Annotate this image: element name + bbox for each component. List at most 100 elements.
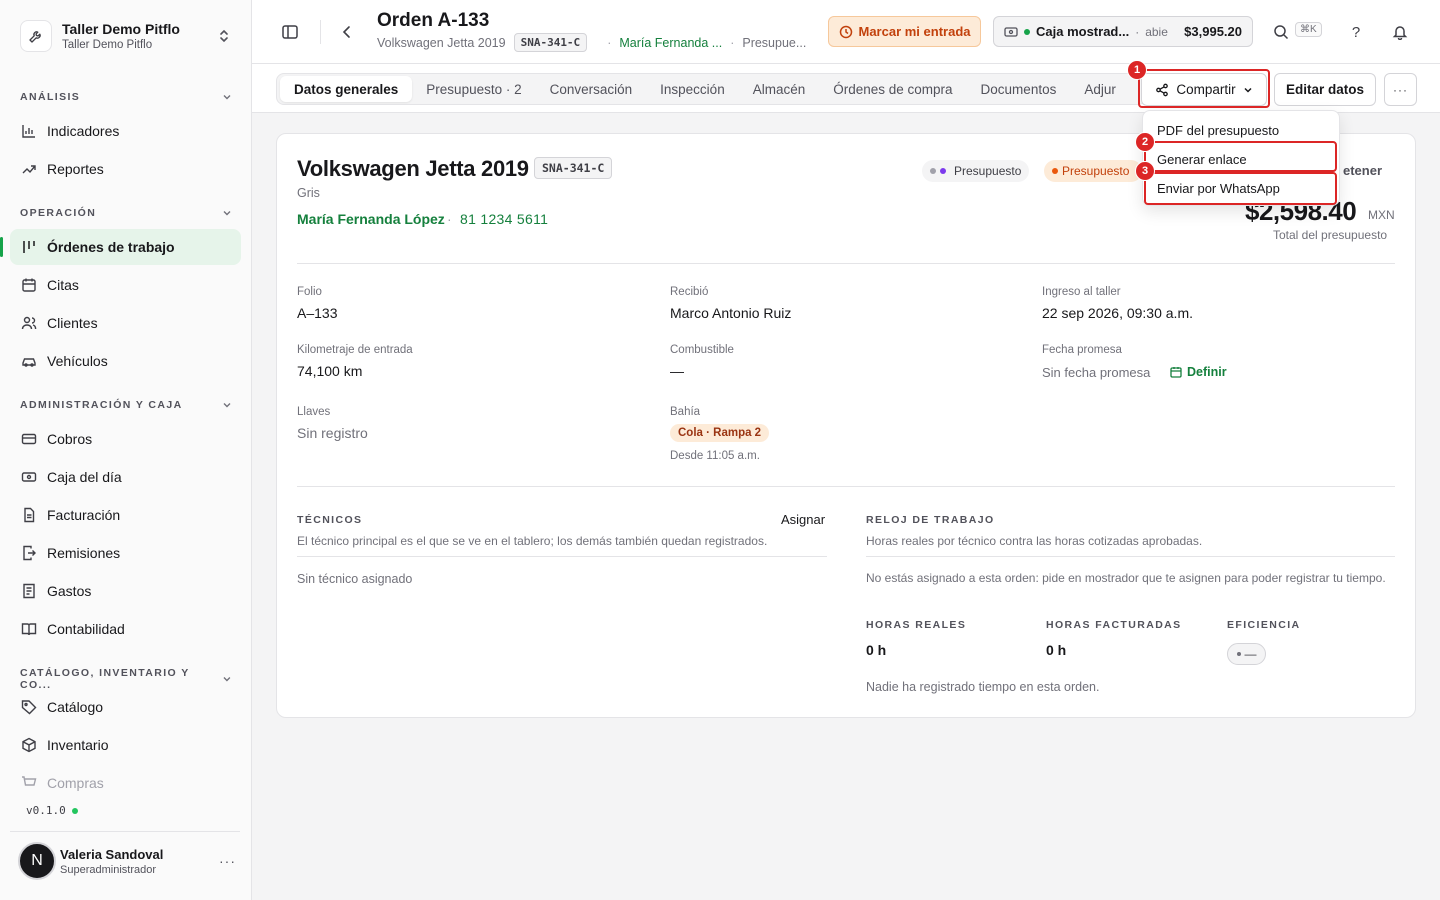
users-icon [20,314,38,332]
menu-item-whatsapp[interactable]: Enviar por WhatsApp [1149,175,1335,202]
separator: · [447,211,452,227]
mileage-value: 74,100 km [297,363,363,379]
folio-label: Folio [297,286,322,298]
chevron-up-down-icon [216,28,232,44]
sidebar-item-gastos[interactable]: Gastos [10,573,241,609]
divider [297,486,1395,487]
avatar: N [18,842,56,880]
tabs-bar: Datos generales Presupuesto · 2 Conversa… [252,64,1440,113]
vehicle-name: Volkswagen Jetta 2019 [377,35,506,50]
sidebar-item-ordenes[interactable]: Órdenes de trabajo [0,229,241,265]
stop-button[interactable]: etener [1343,163,1382,178]
workspace-switcher[interactable]: Taller Demo Pitflo Taller Demo Pitflo [10,10,242,62]
clock-desc: Horas reales por técnico contra las hora… [866,534,1203,548]
share-menu: PDF del presupuesto Generar enlace Envia… [1142,110,1340,206]
cash-register-selector[interactable]: Caja mostrad... · abie $3,995.20 [993,16,1253,47]
document-export-icon [20,544,38,562]
sidebar-item-citas[interactable]: Citas [10,267,241,303]
sidebar-item-catalogo[interactable]: Catálogo [10,689,241,725]
sidebar-toggle-icon[interactable] [276,18,304,46]
wrench-icon [20,20,52,52]
order-detail-card: Volkswagen Jetta 2019 SNA-341-C Gris Mar… [276,133,1416,718]
search-icon[interactable] [1267,18,1295,46]
client-phone-link[interactable]: 81 1234 5611 [460,211,548,227]
calendar-icon [1170,367,1182,378]
sidebar-item-label: Facturación [47,507,121,523]
receipt-icon [20,582,38,600]
folio-value: A–133 [297,305,338,321]
tab-inspeccion[interactable]: Inspección [646,76,739,102]
tab-conversacion[interactable]: Conversación [536,76,647,102]
tab-documentos[interactable]: Documentos [967,76,1071,102]
tag-icon [20,698,38,716]
sidebar-item-label: Órdenes de trabajo [47,239,175,255]
promise-label: Fecha promesa [1042,344,1122,356]
sidebar-item-caja[interactable]: Caja del día [10,459,241,495]
client-link[interactable]: María Fernanda ... [619,36,722,50]
bar-chart-icon [20,122,38,140]
help-icon[interactable]: ? [1342,18,1370,46]
status-label: Presupuesto [1062,164,1130,178]
entry-label: Ingreso al taller [1042,286,1121,298]
top-header: Orden A-133 Volkswagen Jetta 2019 SNA-34… [252,0,1440,64]
order-subtitle: Volkswagen Jetta 2019 SNA-341-C · María … [377,33,806,52]
sidebar-item-compras[interactable]: Compras [10,765,241,801]
fuel-value: — [670,363,684,379]
sidebar-item-reportes[interactable]: Reportes [10,151,241,187]
status-dot [1052,168,1058,174]
sidebar-item-clientes[interactable]: Clientes [10,305,241,341]
calendar-icon [20,276,38,294]
status-dot [71,807,78,814]
shortcut-hint: ⌘K [1295,22,1322,37]
sidebar-item-vehiculos[interactable]: Vehículos [10,343,241,379]
menu-item-generate-link[interactable]: Generar enlace [1149,146,1335,173]
tab-ordenes-compra[interactable]: Órdenes de compra [819,76,966,102]
client-name-link[interactable]: María Fernanda López [297,211,445,227]
tab-adjuntos[interactable]: Adjur [1070,76,1130,102]
assign-button[interactable]: Asignar [781,512,825,527]
more-horizontal-icon[interactable]: ··· [219,853,236,869]
back-chevron-icon[interactable] [333,18,361,46]
tab-datos-generales[interactable]: Datos generales [280,76,413,102]
efficiency-label: EFICIENCIA [1227,619,1301,631]
define-date-button[interactable]: Definir [1170,365,1227,379]
user-name: Valeria Sandoval [60,846,164,862]
mark-entry-button[interactable]: Marcar mi entrada [828,16,981,47]
more-actions-button[interactable]: ··· [1384,73,1417,106]
tab-presupuesto[interactable]: Presupuesto · 2 [412,76,535,102]
sidebar-item-indicadores[interactable]: Indicadores [10,113,241,149]
efficiency-value: — [1244,647,1257,661]
sidebar-item-remisiones[interactable]: Remisiones [10,535,241,571]
clock-footer: Nadie ha registrado tiempo en esta orden… [866,680,1100,694]
chevron-down-icon [223,211,231,216]
real-hours-label: HORAS REALES [866,619,967,631]
status-badge: Presupuesto [1044,160,1142,182]
billed-hours-label: HORAS FACTURADAS [1046,619,1182,631]
sidebar-item-facturacion[interactable]: Facturación [10,497,241,533]
sidebar-item-cobros[interactable]: Cobros [10,421,241,457]
section-catalogo[interactable]: CATÁLOGO, INVENTARIO Y CO... [20,667,232,691]
edit-data-button[interactable]: Editar datos [1274,73,1376,106]
clock-note: No estás asignado a esta orden: pide en … [866,571,1386,585]
section-operacion[interactable]: OPERACIÓN [20,207,232,219]
sidebar-item-label: Cobros [47,431,93,447]
document-icon [20,506,38,524]
tab-almacen[interactable]: Almacén [739,76,820,102]
sidebar-item-inventario[interactable]: Inventario [10,727,241,763]
chevron-down-icon [223,95,231,100]
share-button[interactable]: Compartir [1141,73,1267,106]
cash-state: abie [1145,24,1168,39]
sidebar-item-contabilidad[interactable]: Contabilidad [10,611,241,647]
user-menu[interactable]: N Valeria Sandoval Superadministrador ··… [18,841,242,881]
section-analisis[interactable]: ANÁLISIS [20,91,232,103]
cash-icon [1004,26,1018,37]
sidebar-item-label: Vehículos [47,353,108,369]
sidebar-item-label: Contabilidad [47,621,125,637]
bell-icon[interactable] [1386,18,1414,46]
bay-label: Bahía [670,406,701,418]
section-administracion[interactable]: ADMINISTRACIÓN Y CAJA [20,399,232,411]
menu-item-pdf[interactable]: PDF del presupuesto [1149,117,1335,144]
efficiency-dot [1236,652,1241,656]
workspace-name: Taller Demo Pitflo [62,21,180,37]
bay-badge: Cola · Rampa 2 [670,424,770,442]
